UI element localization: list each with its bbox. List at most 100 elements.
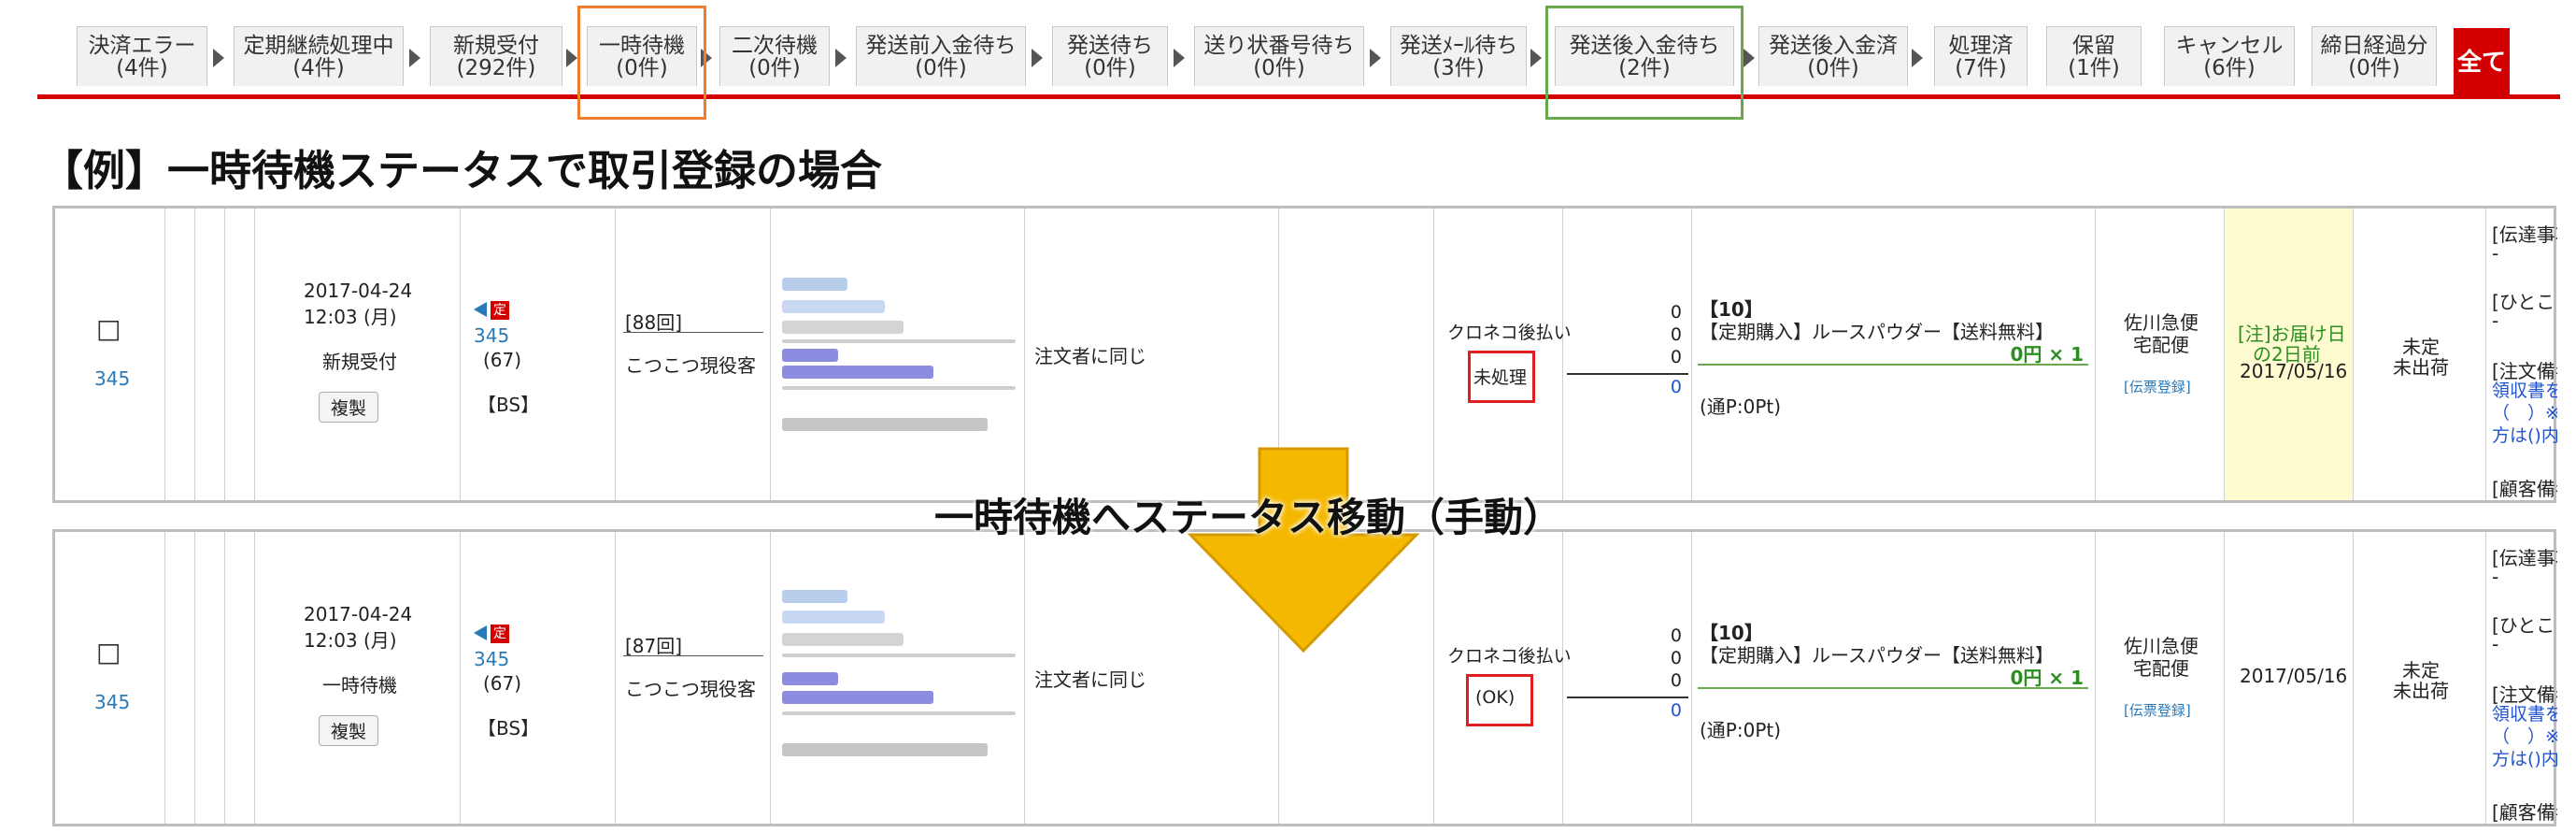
amount-value: 0: [1670, 648, 1682, 668]
tab-shipping-waiting[interactable]: 発送待ち (0件): [1052, 26, 1168, 86]
row-checkbox[interactable]: □: [96, 313, 121, 344]
bs-label: 【BS】: [477, 394, 540, 416]
tab-cancel[interactable]: キャンセル (6件): [2164, 26, 2295, 86]
tab-label: 二次待機: [732, 33, 818, 58]
tab-closing-overdue[interactable]: 締日経過分 (0件): [2312, 26, 2437, 86]
bs-label: 【BS】: [477, 717, 540, 740]
subscription-arrow-icon: [474, 625, 487, 640]
blurred-phone: [782, 418, 988, 431]
memo-link[interactable]: （ ）※希: [2492, 723, 2557, 748]
tab-count: (4件): [116, 55, 168, 80]
item-name: 【定期購入】ルースパウダー【送料無料】: [1700, 321, 2054, 343]
item-price: 0円 × 1: [2010, 343, 2084, 366]
memo-label: [伝達事項]: [2492, 547, 2557, 569]
blurred-email: [782, 349, 838, 362]
times-cell: [88回] こつこつ現役客: [616, 208, 771, 500]
customer-rank: こつこつ現役客: [625, 354, 756, 377]
tab-label: 送り状番号待ち: [1203, 33, 1355, 58]
slip-register-link[interactable]: [伝票登録]: [2124, 700, 2191, 720]
tab-secondary-hold[interactable]: 二次待機 (0件): [719, 26, 830, 86]
memo-label: [ひとことメモ]: [2492, 614, 2557, 637]
blurred-email: [782, 691, 933, 704]
blurred-address: [782, 321, 904, 334]
copy-button[interactable]: 複製: [319, 392, 379, 423]
tab-prepay-waiting[interactable]: 発送前入金待ち (0件): [856, 26, 1026, 86]
subscription-flag: 定: [491, 625, 509, 643]
item-name: 【定期購入】ルースパウダー【送料無料】: [1700, 644, 2054, 667]
order-date: 2017-04-24: [304, 280, 413, 302]
tab-count: (3件): [1432, 55, 1485, 80]
example-heading: 【例】一時待機ステータスで取引登録の場合: [41, 146, 883, 195]
tab-label: 発送後入金済: [1769, 33, 1898, 58]
customer-id-link[interactable]: 345: [474, 648, 509, 670]
customer-cell: 定 345 (67) 【BS】: [461, 532, 616, 824]
memo-label: [顧客備考]: [2492, 801, 2557, 824]
tab-processed[interactable]: 処理済 (7件): [1934, 26, 2028, 86]
chevron-right-icon: [213, 49, 224, 67]
tab-count: (0件): [1253, 55, 1305, 80]
copy-button[interactable]: 複製: [319, 715, 379, 746]
tab-count: (0件): [1084, 55, 1136, 80]
delivery-date: 2017/05/16: [2240, 360, 2348, 382]
amount-total-line: [1567, 373, 1688, 375]
memo-link[interactable]: 方は()内に○を: [2492, 422, 2557, 447]
tab-subscription-processing[interactable]: 定期継続処理中 (4件): [234, 26, 404, 86]
chevron-right-icon: [1743, 49, 1755, 67]
order-status: 一時待機: [322, 674, 397, 697]
tab-postpay-done[interactable]: 発送後入金済 (0件): [1758, 26, 1908, 86]
subscription-times: [87回]: [625, 635, 683, 657]
line-under-times: [623, 655, 763, 656]
arrow-down-icon: [1187, 447, 1420, 653]
memo-label: [ひとことメモ]: [2492, 291, 2557, 313]
order-id-link[interactable]: 345: [94, 367, 130, 390]
customer-cell: 定 345 (67) 【BS】: [461, 208, 616, 500]
item-line: [1698, 687, 2088, 689]
customer-id-link[interactable]: 345: [474, 324, 509, 347]
tab-count: (0件): [748, 55, 801, 80]
delivery-cell: [注]お届け日 の2日前 2017/05/16: [2225, 208, 2354, 500]
tab-tracking-waiting[interactable]: 送り状番号待ち (0件): [1194, 26, 1364, 86]
memo-link[interactable]: 領収書を希望: [2492, 700, 2557, 725]
row-checkbox[interactable]: □: [96, 637, 121, 668]
tab-count: (1件): [2068, 55, 2120, 80]
order-date-cell: 2017-04-24 12:03 (月) 新規受付 複製: [255, 208, 461, 500]
memo-link[interactable]: （ ）※希: [2492, 399, 2557, 424]
delivery-cell: 2017/05/16: [2225, 532, 2354, 824]
delivery-date: 2017/05/16: [2240, 665, 2348, 687]
tab-count: (0件): [2348, 55, 2400, 80]
tab-mail-waiting[interactable]: 発送ﾒｰﾙ待ち (3件): [1390, 26, 1527, 86]
points: (通P:0Pt): [1700, 719, 1782, 741]
slip-register-link[interactable]: [伝票登録]: [2124, 377, 2191, 396]
points: (通P:0Pt): [1700, 395, 1782, 418]
tab-count: (7件): [1955, 55, 2007, 80]
remarks-cell: [伝達事項] - [ひとことメモ] - [注文備考] 領収書を希望 （ ）※希 …: [2486, 208, 2557, 500]
carrier-type: 宅配便: [2133, 657, 2189, 680]
ship-status-unshipped: 未出荷: [2393, 680, 2449, 702]
ship-status-cell: 未定 未出荷: [2354, 532, 2486, 824]
tab-payment-error[interactable]: 決済エラー (4件): [77, 26, 207, 86]
amount-value: 0: [1670, 625, 1682, 646]
item-price: 0円 × 1: [2010, 667, 2084, 689]
chevron-right-icon: [1530, 49, 1542, 67]
amount-value: 0: [1670, 670, 1682, 691]
tab-label: 発送待ち: [1067, 33, 1153, 58]
payment-cell: クロネコ後払い (OK): [1434, 532, 1572, 824]
memo-link[interactable]: 領収書を希望: [2492, 377, 2557, 402]
memo-link[interactable]: 方は()内に○を: [2492, 745, 2557, 770]
customer-order-count: (67): [483, 349, 522, 371]
order-id-link[interactable]: 345: [94, 691, 130, 713]
highlight-postpay-waiting: [1545, 6, 1743, 120]
tab-on-hold[interactable]: 保留 (1件): [2046, 26, 2142, 86]
chevron-right-icon: [566, 49, 577, 67]
tab-new-order[interactable]: 新規受付 (292件): [430, 26, 562, 86]
tab-all[interactable]: 全て: [2454, 28, 2510, 95]
times-cell: [87回] こつこつ現役客: [616, 532, 771, 824]
chevron-right-icon: [1032, 49, 1043, 67]
carrier-type: 宅配便: [2133, 334, 2189, 356]
item-cell: 【10】 【定期購入】ルースパウダー【送料無料】 0円 × 1 (通P:0Pt): [1692, 208, 2096, 500]
item-cell: 【10】 【定期購入】ルースパウダー【送料無料】 0円 × 1 (通P:0Pt): [1692, 532, 2096, 824]
chevron-right-icon: [1370, 49, 1381, 67]
subscription-times: [88回]: [625, 311, 683, 334]
customer-info-blurred: [771, 532, 1025, 824]
order-date: 2017-04-24: [304, 603, 413, 625]
